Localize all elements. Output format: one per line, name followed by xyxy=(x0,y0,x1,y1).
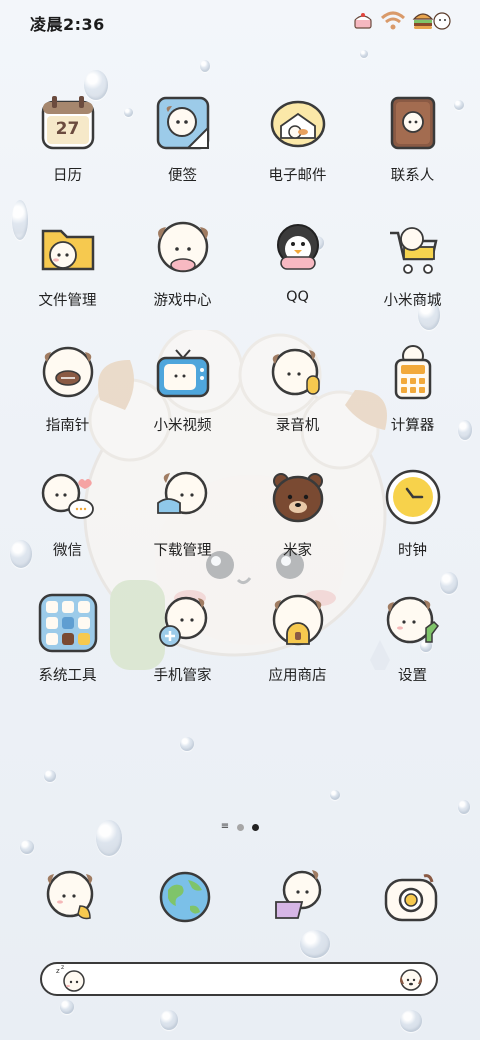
app-game-center[interactable]: 游戏中心 xyxy=(125,217,240,337)
app-label: 系统工具 xyxy=(38,668,97,684)
wechat-icon xyxy=(37,467,99,529)
app-clock[interactable]: 时钟 xyxy=(355,467,470,587)
messages-icon xyxy=(275,870,322,919)
contacts-icon xyxy=(382,92,444,154)
compass-icon xyxy=(37,342,99,404)
email-icon xyxy=(267,92,329,154)
wifi-icon xyxy=(380,11,406,30)
dock-phone[interactable] xyxy=(40,866,102,928)
app-calculator[interactable]: 计算器 xyxy=(355,342,470,462)
app-label: 微信 xyxy=(53,543,82,559)
clock-icon xyxy=(382,467,444,529)
app-label: 下载管理 xyxy=(153,543,212,559)
app-label: 时钟 xyxy=(398,543,427,559)
app-calendar[interactable]: 27 日历 xyxy=(10,92,125,212)
app-system-tools-folder[interactable]: 系统工具 xyxy=(10,592,125,712)
dog-mic-icon[interactable] xyxy=(396,966,426,992)
app-label: 手机管家 xyxy=(153,668,212,684)
phone-icon xyxy=(46,870,94,920)
app-label: 小米商城 xyxy=(383,293,442,309)
app-label: 文件管理 xyxy=(38,293,97,309)
app-label: 日历 xyxy=(53,168,82,184)
app-notes[interactable]: 便签 xyxy=(125,92,240,212)
app-label: 电子邮件 xyxy=(268,168,327,184)
download-manager-icon xyxy=(152,467,214,529)
app-label: QQ xyxy=(286,289,309,305)
app-download-manager[interactable]: 下载管理 xyxy=(125,467,240,587)
burger-battery-icon xyxy=(412,12,451,30)
camera-icon xyxy=(384,874,438,922)
app-mijia[interactable]: 米家 xyxy=(240,467,355,587)
qq-penguin-icon xyxy=(267,217,329,279)
mijia-bear-icon xyxy=(267,467,329,529)
calendar-icon: 27 xyxy=(37,92,99,154)
dock-browser[interactable] xyxy=(154,866,216,928)
app-qq[interactable]: QQ xyxy=(240,217,355,337)
security-manager-icon xyxy=(152,592,214,654)
app-label: 便签 xyxy=(168,168,197,184)
mi-store-cart-icon xyxy=(382,217,444,279)
app-label: 游戏中心 xyxy=(153,293,212,309)
dock-messages[interactable] xyxy=(268,866,330,928)
app-label: 计算器 xyxy=(390,418,435,434)
app-label: 小米视频 xyxy=(153,418,212,434)
notes-icon xyxy=(152,92,214,154)
calculator-icon xyxy=(382,342,444,404)
status-time: 凌晨2:36 xyxy=(30,15,105,34)
app-recorder[interactable]: 录音机 xyxy=(240,342,355,462)
app-label: 应用商店 xyxy=(268,668,327,684)
app-security-manager[interactable]: 手机管家 xyxy=(125,592,240,712)
app-app-store[interactable]: 应用商店 xyxy=(240,592,355,712)
dock-camera[interactable] xyxy=(380,866,442,928)
file-manager-icon xyxy=(37,217,99,279)
app-label: 设置 xyxy=(398,668,427,684)
app-mi-video[interactable]: 小米视频 xyxy=(125,342,240,462)
app-mi-store[interactable]: 小米商城 xyxy=(355,217,470,337)
system-tools-folder-icon xyxy=(37,592,99,654)
app-store-icon xyxy=(267,592,329,654)
recorder-icon xyxy=(267,342,329,404)
app-file-manager[interactable]: 文件管理 xyxy=(10,217,125,337)
settings-icon xyxy=(382,592,444,654)
app-label: 联系人 xyxy=(390,168,435,184)
page-dot-1[interactable] xyxy=(237,823,245,831)
page-dot-2-active[interactable] xyxy=(252,823,260,831)
page-indicator[interactable]: ≡ xyxy=(0,822,480,832)
app-settings[interactable]: 设置 xyxy=(355,592,470,712)
app-label: 米家 xyxy=(283,543,312,559)
svg-text:z: z xyxy=(56,967,60,975)
cake-icon xyxy=(354,13,372,29)
app-label: 指南针 xyxy=(45,418,90,434)
app-email[interactable]: 电子邮件 xyxy=(240,92,355,212)
search-input[interactable] xyxy=(92,968,386,992)
app-contacts[interactable]: 联系人 xyxy=(355,92,470,212)
mi-video-tv-icon xyxy=(152,342,214,404)
app-compass[interactable]: 指南针 xyxy=(10,342,125,462)
game-center-icon xyxy=(152,217,214,279)
status-bar: 凌晨2:36 xyxy=(0,0,480,44)
browser-globe-icon xyxy=(159,871,211,923)
app-wechat[interactable]: 微信 xyxy=(10,467,125,587)
search-bar[interactable]: z z xyxy=(40,962,438,996)
sheep-zz-icon: z z xyxy=(56,964,85,992)
svg-text:z: z xyxy=(61,964,64,971)
calendar-date: 27 xyxy=(55,119,80,139)
app-label: 录音机 xyxy=(275,418,320,434)
page-list-icon[interactable]: ≡ xyxy=(221,822,229,832)
